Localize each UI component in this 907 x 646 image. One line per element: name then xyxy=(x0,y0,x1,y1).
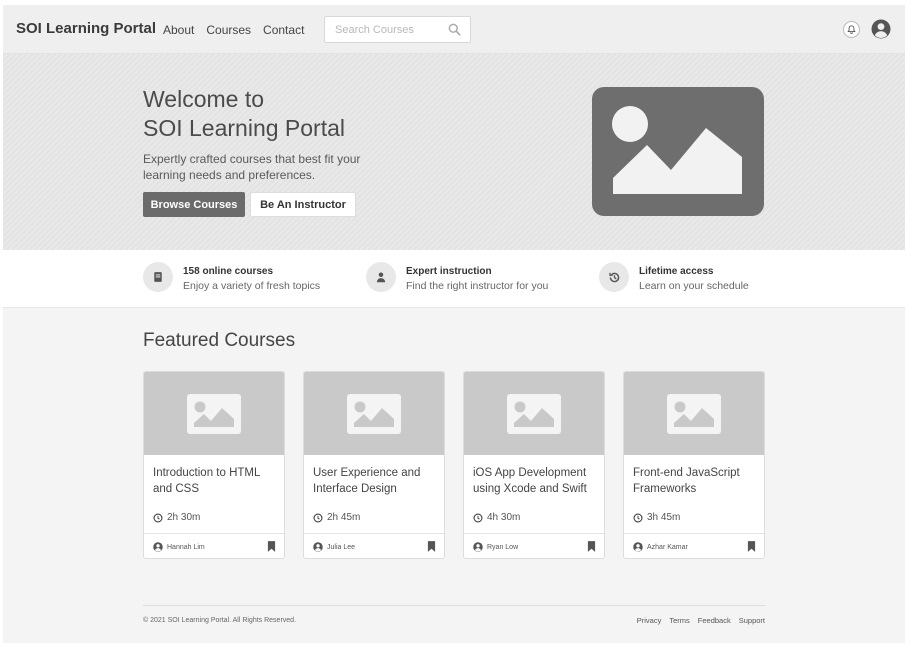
hero-title-line2: SOI Learning Portal xyxy=(143,115,346,141)
user-icon xyxy=(313,542,323,552)
feature-title: Expert instruction xyxy=(406,266,492,277)
course-instructor: Julia Lee xyxy=(313,542,355,552)
course-thumbnail xyxy=(144,372,284,455)
course-card[interactable]: Front-end JavaScript Frameworks 3h 45m A… xyxy=(623,371,765,559)
course-footer: Julia Lee xyxy=(304,533,444,558)
hero-title-line1: Welcome to xyxy=(143,86,265,112)
footer-link-terms[interactable]: Terms xyxy=(669,616,689,625)
bookmark-icon[interactable] xyxy=(747,541,756,552)
user-avatar-icon[interactable] xyxy=(871,19,891,39)
image-placeholder-icon xyxy=(347,393,401,434)
clock-icon xyxy=(473,512,483,523)
feature-desc: Find the right instructor for you xyxy=(406,280,549,292)
feature-instruction: Expert instruction Find the right instru… xyxy=(366,262,548,292)
footer-link-support[interactable]: Support xyxy=(739,616,765,625)
hero-banner: Welcome to SOI Learning Portal Expertly … xyxy=(3,54,905,250)
feature-courses: 158 online courses Enjoy a variety of fr… xyxy=(143,262,320,292)
course-duration: 2h 30m xyxy=(153,512,200,523)
course-card[interactable]: iOS App Development using Xcode and Swif… xyxy=(463,371,605,559)
brand-logo[interactable]: SOI Learning Portal xyxy=(16,20,156,37)
course-duration: 4h 30m xyxy=(473,512,520,523)
feature-title: Lifetime access xyxy=(639,266,714,277)
feature-desc: Enjoy a variety of fresh topics xyxy=(183,280,321,292)
user-icon xyxy=(473,542,483,552)
bookmark-icon[interactable] xyxy=(267,541,276,552)
search-box xyxy=(324,16,471,43)
nav-link-courses[interactable]: Courses xyxy=(206,23,251,37)
top-navbar: SOI Learning Portal About Courses Contac… xyxy=(3,5,905,54)
feature-title: 158 online courses xyxy=(183,266,274,277)
duration-text: 4h 30m xyxy=(487,512,521,523)
features-strip: 158 online courses Enjoy a variety of fr… xyxy=(3,250,905,308)
browse-courses-button[interactable]: Browse Courses xyxy=(143,192,245,217)
course-card[interactable]: User Experience and Interface Design 2h … xyxy=(303,371,445,559)
course-thumbnail xyxy=(304,372,444,455)
duration-text: 3h 45m xyxy=(647,512,681,523)
notification-bell-icon[interactable] xyxy=(843,21,860,38)
featured-courses-heading: Featured Courses xyxy=(143,330,296,351)
hero-image-placeholder-icon xyxy=(592,87,764,216)
course-title[interactable]: iOS App Development using Xcode and Swif… xyxy=(473,465,597,497)
user-icon xyxy=(633,542,643,552)
instructor-name: Azhar Kamar xyxy=(647,543,688,551)
instructor-name: Ryan Low xyxy=(487,543,519,551)
image-placeholder-icon xyxy=(667,393,721,434)
clock-icon xyxy=(633,512,643,523)
user-icon xyxy=(153,542,163,552)
course-duration: 3h 45m xyxy=(633,512,680,523)
nav-links: About Courses Contact xyxy=(163,23,304,37)
course-instructor: Hannah Lim xyxy=(153,542,205,552)
instructor-name: Julia Lee xyxy=(327,543,356,551)
course-footer: Azhar Kamar xyxy=(624,533,764,558)
course-title[interactable]: Introduction to HTML and CSS xyxy=(153,465,277,497)
feature-lifetime: Lifetime access Learn on your schedule xyxy=(599,262,749,292)
footer-divider xyxy=(143,605,765,606)
instructor-icon xyxy=(366,262,396,292)
bookmark-icon[interactable] xyxy=(587,541,596,552)
course-duration: 2h 45m xyxy=(313,512,360,523)
bookmark-icon[interactable] xyxy=(427,541,436,552)
instructor-name: Hannah Lim xyxy=(167,543,205,551)
duration-text: 2h 30m xyxy=(167,512,201,523)
clock-icon xyxy=(153,512,163,523)
page: SOI Learning Portal About Courses Contac… xyxy=(3,5,905,643)
footer-link-feedback[interactable]: Feedback xyxy=(698,616,731,625)
copyright-text: © 2021 SOI Learning Portal. All Rights R… xyxy=(143,617,297,624)
feature-desc: Learn on your schedule xyxy=(639,280,749,292)
footer-links: Privacy Terms Feedback Support xyxy=(637,616,765,625)
course-thumbnail xyxy=(464,372,604,455)
footer-link-privacy[interactable]: Privacy xyxy=(637,616,662,625)
course-instructor: Ryan Low xyxy=(473,542,518,552)
duration-text: 2h 45m xyxy=(327,512,361,523)
nav-link-about[interactable]: About xyxy=(163,23,194,37)
course-title[interactable]: Front-end JavaScript Frameworks xyxy=(633,465,757,497)
course-thumbnail xyxy=(624,372,764,455)
image-placeholder-icon xyxy=(187,393,241,434)
hero-subtitle: Expertly crafted courses that best fit y… xyxy=(143,152,361,182)
nav-link-contact[interactable]: Contact xyxy=(263,23,304,37)
course-instructor: Azhar Kamar xyxy=(633,542,688,552)
clock-icon xyxy=(313,512,323,523)
be-an-instructor-button[interactable]: Be An Instructor xyxy=(250,192,356,217)
search-input[interactable] xyxy=(325,17,437,42)
course-footer: Ryan Low xyxy=(464,533,604,558)
course-card[interactable]: Introduction to HTML and CSS 2h 30m Hann… xyxy=(143,371,285,559)
course-footer: Hannah Lim xyxy=(144,533,284,558)
course-title[interactable]: User Experience and Interface Design xyxy=(313,465,437,497)
book-icon xyxy=(143,262,173,292)
history-icon xyxy=(599,262,629,292)
search-icon[interactable] xyxy=(448,23,461,36)
image-placeholder-icon xyxy=(507,393,561,434)
hero-title: Welcome to SOI Learning Portal xyxy=(143,85,345,143)
